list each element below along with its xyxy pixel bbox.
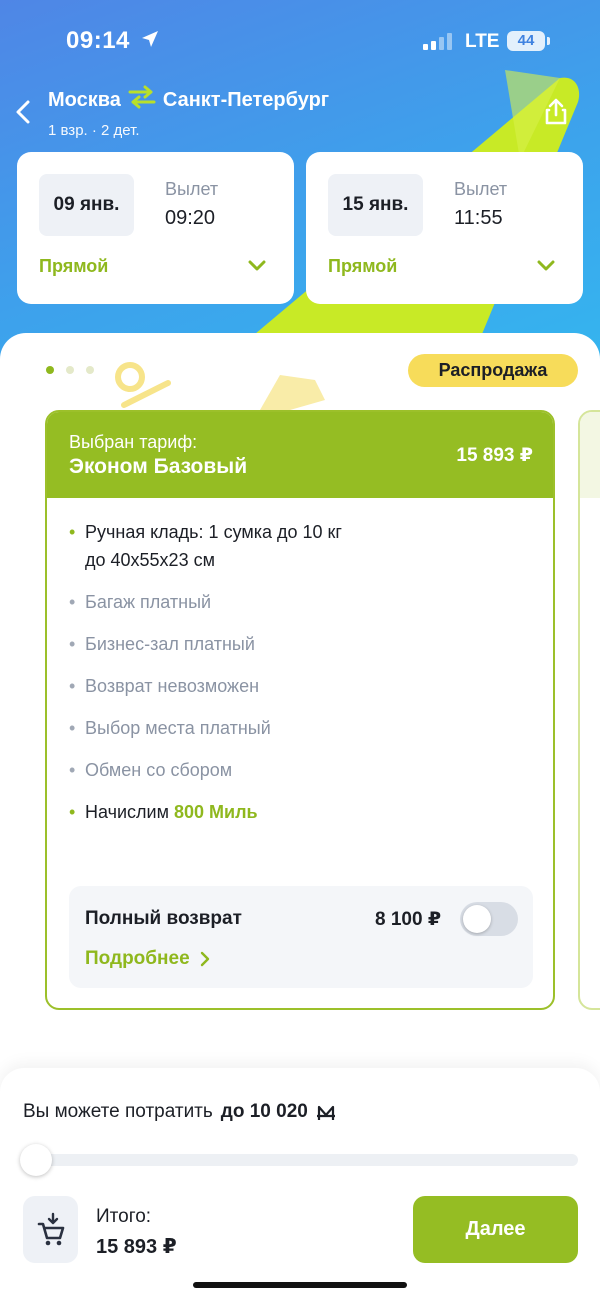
feature-baggage: • Багаж платный: [69, 588, 211, 616]
refund-title: Полный возврат: [85, 908, 242, 929]
spend-amount: до 10 020: [220, 1101, 308, 1122]
carousel-pagination: [46, 366, 94, 374]
status-time: 09:14: [66, 27, 130, 54]
chevron-right-icon: [200, 951, 209, 967]
battery-icon: 44: [507, 31, 545, 51]
sale-decoration-icon: [115, 362, 325, 410]
spend-label: Вы можете потратить: [23, 1101, 213, 1122]
departure-label: Вылет: [454, 179, 508, 199]
share-button[interactable]: [540, 96, 572, 128]
tariff-name: Эконом Базовый: [69, 455, 248, 478]
refund-toggle[interactable]: [460, 902, 518, 936]
total-value: 15 893 ₽: [96, 1236, 177, 1258]
miles-spend-info: Вы можете потратить до 10 020: [23, 1101, 336, 1123]
outbound-date: 09 янв.: [39, 174, 134, 236]
page-dot: [66, 366, 74, 374]
route-header: Москва Санкт-Петербург 1 взр. · 2 дет.: [48, 84, 329, 139]
tariff-card[interactable]: Выбран тариф: Эконом Базовый 15 893 ₽ • …: [45, 410, 555, 1010]
feature-seat-selection: • Выбор места платный: [69, 714, 271, 742]
location-arrow-icon: [140, 29, 160, 54]
tariff-price: 15 893 ₽: [456, 445, 533, 466]
bullet-icon: •: [69, 676, 76, 696]
miles-slider-handle[interactable]: [20, 1144, 52, 1176]
bullet-icon: •: [69, 634, 76, 654]
route-from: Москва: [48, 88, 121, 111]
home-indicator: [193, 1282, 407, 1288]
feature-business-lounge: • Бизнес-зал платный: [69, 630, 255, 658]
feature-exchange: • Обмен со сбором: [69, 756, 232, 784]
next-tariff-card-peek[interactable]: [578, 410, 600, 1010]
total-label: Итого:: [96, 1206, 152, 1227]
share-icon: [545, 98, 567, 125]
back-button[interactable]: [12, 96, 36, 128]
chevron-down-icon[interactable]: [537, 259, 555, 277]
feature-refund: • Возврат невозможен: [69, 672, 259, 700]
battery-tip: [547, 37, 550, 45]
status-bar: 09:14 LTE 44: [0, 0, 600, 84]
route-to: Санкт-Петербург: [162, 88, 330, 111]
miles-slider-track[interactable]: [23, 1154, 578, 1166]
refund-price: 8 100 ₽: [375, 909, 442, 930]
miles-currency-icon: [316, 1105, 335, 1120]
full-refund-option: Полный возврат 8 100 ₽ Подробнее: [69, 886, 533, 988]
flight-type: Прямой: [39, 256, 109, 276]
network-label: LTE: [465, 31, 500, 52]
flight-type: Прямой: [328, 256, 398, 276]
return-flight-card[interactable]: 15 янв. Вылет 11:55 Прямой: [306, 152, 583, 304]
chevron-left-icon: [16, 100, 30, 124]
bullet-icon: •: [69, 522, 76, 542]
chevron-down-icon[interactable]: [248, 259, 266, 277]
tariff-header: Выбран тариф: Эконом Базовый 15 893 ₽: [47, 412, 553, 498]
selected-tariff-label: Выбран тариф:: [69, 432, 198, 452]
page-dot-active: [46, 366, 54, 374]
signal-icon: [423, 32, 452, 50]
page-dot: [86, 366, 94, 374]
passengers-summary: 1 взр. · 2 дет.: [48, 122, 140, 139]
return-date: 15 янв.: [328, 174, 423, 236]
toggle-knob: [463, 905, 491, 933]
bullet-icon: •: [69, 718, 76, 738]
details-link-label: Подробнее: [85, 948, 190, 969]
bullet-icon: •: [69, 802, 76, 822]
miles-prefix: Начислим: [85, 802, 169, 822]
swap-arrows-icon: [127, 84, 157, 116]
feature-miles: • Начислим 800 Миль: [69, 798, 258, 826]
sale-badge: Распродажа: [408, 354, 578, 387]
details-link[interactable]: Подробнее: [85, 948, 210, 970]
departure-label: Вылет: [165, 179, 219, 199]
miles-amount: 800 Миль: [174, 802, 258, 822]
feature-hand-luggage: • Ручная кладь: 1 сумка до 10 кг до 40x5…: [69, 518, 342, 574]
bullet-icon: •: [69, 760, 76, 780]
cart-icon: [37, 1212, 65, 1246]
departure-time: 09:20: [165, 207, 216, 229]
cart-button[interactable]: [23, 1196, 78, 1263]
bottom-panel: Вы можете потратить до 10 020 Итого: 15 …: [0, 1068, 600, 1300]
bullet-icon: •: [69, 592, 76, 612]
departure-time: 11:55: [454, 207, 503, 229]
continue-button[interactable]: Далее: [413, 1196, 578, 1263]
outbound-flight-card[interactable]: 09 янв. Вылет 09:20 Прямой: [17, 152, 294, 304]
